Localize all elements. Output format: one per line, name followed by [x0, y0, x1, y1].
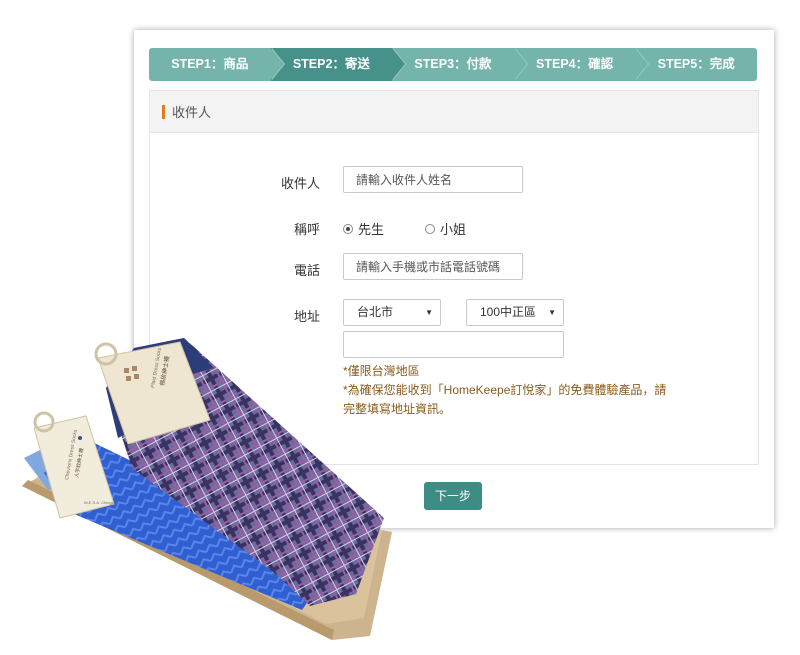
step-1[interactable]: STEP1：商品: [149, 48, 285, 81]
radio-mr[interactable]: 先生: [343, 219, 384, 238]
socks-product-image: Plaid Dress Socks 格紋紳士襪 Chevrons Dress S…: [22, 338, 392, 640]
checkout-stepper: STEP1：商品 STEP2：寄送 STEP3：付款 STEP4：確認 STEP…: [149, 48, 757, 81]
recipient-label: 收件人: [280, 176, 320, 191]
section-title: 收件人: [172, 105, 212, 120]
radio-miss-label: 小姐: [440, 222, 467, 237]
section-header: 收件人: [150, 91, 758, 133]
recipient-name-input[interactable]: [343, 166, 523, 193]
radio-mr-circle[interactable]: [343, 223, 353, 234]
tag-brand: W.E.S.A. Chings: [84, 500, 114, 505]
chevron-down-icon: ▼: [425, 308, 433, 317]
step-4[interactable]: STEP4：確認: [514, 48, 649, 81]
district-select-value: 100中正區: [480, 305, 537, 319]
title-label: 稱呼: [293, 222, 320, 237]
step-5[interactable]: STEP5：完成: [635, 48, 757, 81]
district-select[interactable]: 100中正區 ▼: [466, 299, 564, 326]
section-accent-bar: [162, 104, 165, 119]
chevron-down-icon: ▼: [548, 308, 556, 317]
city-select-value: 台北市: [357, 305, 394, 319]
radio-miss-circle[interactable]: [425, 223, 435, 234]
phone-label: 電話: [293, 263, 320, 278]
next-step-button[interactable]: 下一步: [424, 482, 482, 510]
phone-input[interactable]: [343, 253, 523, 280]
step-2[interactable]: STEP2：寄送: [270, 48, 406, 81]
radio-miss[interactable]: 小姐: [425, 219, 466, 238]
radio-mr-label: 先生: [358, 222, 385, 237]
step-3[interactable]: STEP3：付款: [392, 48, 528, 81]
tag-chevron: Chevrons Dress Socks 人字紋紳士襪 W.E.S.A. Chi…: [33, 411, 115, 519]
